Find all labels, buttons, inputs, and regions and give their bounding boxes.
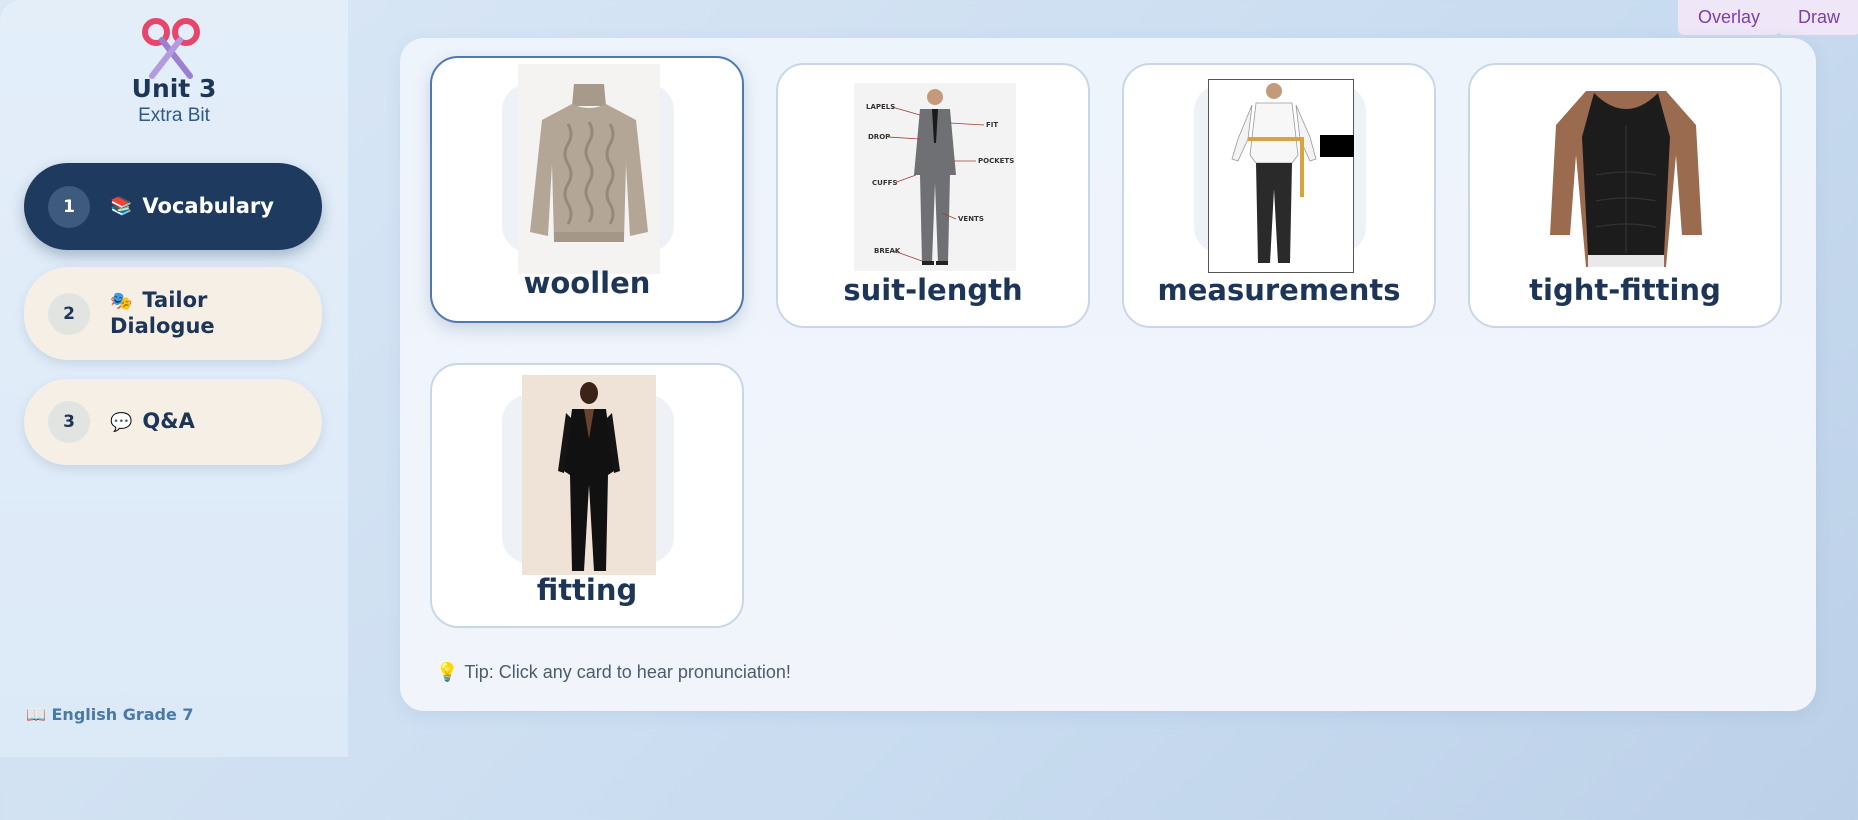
card-word: suit-length: [843, 273, 1023, 307]
nav-label: Vocabulary: [142, 193, 274, 218]
card-word: measurements: [1157, 273, 1401, 307]
sweater-image: [518, 64, 660, 274]
card-word: tight-fitting: [1529, 273, 1721, 307]
theater-masks-icon: 🎭: [110, 290, 133, 312]
vocabulary-panel: woollen LAPELS FIT DROP POCKETS CUFFS VE…: [400, 38, 1816, 711]
sidebar: Unit 3 Extra Bit 1 📚 Vocabulary 2 🎭 Tailor…: [0, 0, 348, 757]
suit-annotation: LAPELS: [866, 103, 895, 111]
measuring-man-image: [1208, 79, 1354, 273]
suit-annotation: DROP: [868, 133, 890, 141]
nav-item-tailor-dialogue[interactable]: 2 🎭 Tailor Dialogue: [24, 267, 322, 360]
suit-annotation: BREAK: [874, 247, 901, 255]
card-word: fitting: [536, 573, 638, 607]
nav-number: 3: [48, 401, 90, 443]
draw-button[interactable]: Draw: [1778, 0, 1858, 35]
nav-number: 1: [48, 185, 90, 228]
card-word: woollen: [523, 266, 651, 300]
vocab-card-fitting[interactable]: fitting: [430, 363, 744, 628]
tip-text: 💡 Tip: Click any card to hear pronunciati…: [436, 662, 791, 683]
vocab-card-measurements[interactable]: measurements: [1122, 63, 1436, 328]
suit-annotation: VENTS: [958, 215, 984, 223]
suit-diagram-image: LAPELS FIT DROP POCKETS CUFFS VENTS BREA…: [854, 83, 1016, 271]
suit-annotation: POCKETS: [978, 157, 1014, 165]
books-icon: 📚: [110, 196, 133, 218]
vocab-card-woollen[interactable]: woollen: [430, 56, 744, 323]
speech-bubble-icon: 💬: [110, 411, 133, 433]
compression-tank-image: [1550, 91, 1702, 267]
suit-annotation: CUFFS: [872, 179, 897, 187]
unit-title: Unit 3: [131, 74, 217, 103]
course-label: 📖 English Grade 7: [26, 705, 194, 724]
scissors-icon: [142, 18, 200, 79]
nav-item-qa[interactable]: 3 💬 Q&A: [24, 379, 322, 465]
vocab-card-suit-length[interactable]: LAPELS FIT DROP POCKETS CUFFS VENTS BREA…: [776, 63, 1090, 328]
lightbulb-icon: 💡: [436, 662, 459, 682]
woman-suit-image: [522, 375, 656, 575]
nav-item-vocabulary[interactable]: 1 📚 Vocabulary: [24, 163, 322, 250]
tip-label: Tip: Click any card to hear pronunciatio…: [464, 662, 791, 682]
vocab-card-tight-fitting[interactable]: tight-fitting: [1468, 63, 1782, 328]
unit-subtitle: Extra Bit: [138, 105, 210, 126]
suit-annotation: FIT: [986, 121, 998, 129]
nav-number: 2: [48, 292, 90, 335]
nav-label: Q&A: [142, 409, 195, 434]
overlay-button[interactable]: Overlay: [1678, 0, 1781, 35]
